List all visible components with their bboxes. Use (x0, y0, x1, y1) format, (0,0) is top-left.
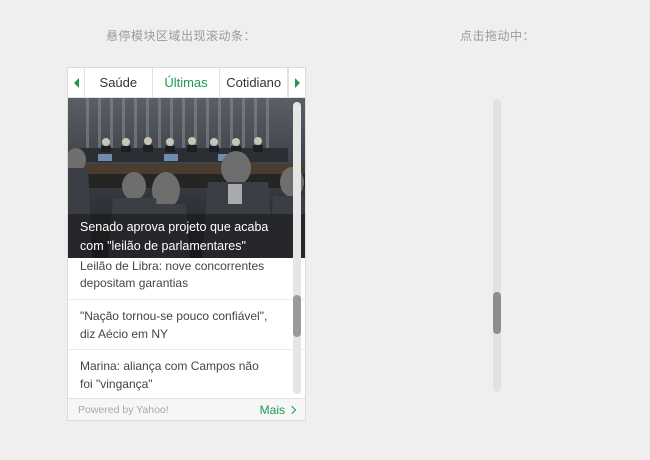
news-list: Leilão de Libra: nove concorrentes depos… (68, 258, 305, 398)
news-item-line2: depositam garantias (80, 276, 189, 290)
news-widget: Saúde Últimas Cotidiano Senado aprova pr… (67, 67, 306, 421)
hero-headline[interactable]: Senado aprova projeto que acaba com "lei… (68, 214, 305, 258)
news-item-line2: foi "vingança" (80, 377, 153, 391)
tab-ultimas[interactable]: Últimas (153, 68, 221, 97)
news-item-line1: Leilão de Libra: nove concorrentes (80, 259, 265, 273)
hero-story[interactable]: Senado aprova projeto que acaba com "lei… (68, 98, 305, 258)
tab-cotidiano[interactable]: Cotidiano (220, 68, 289, 97)
news-item[interactable]: "Nação tornou-se pouco confiável", diz A… (68, 300, 305, 350)
news-item-line1: "Nação tornou-se pouco confiável", (80, 309, 268, 323)
dragging-scrollbar-track[interactable] (493, 99, 501, 392)
news-item-line1: Marina: aliança com Campos não (80, 359, 259, 373)
hero-headline-line2: com "leilão de parlamentares" (80, 239, 246, 253)
news-item[interactable]: Leilão de Libra: nove concorrentes depos… (68, 257, 305, 300)
tab-saude[interactable]: Saúde (85, 68, 153, 97)
widget-scrollbar-thumb[interactable] (293, 295, 301, 337)
tab-bar: Saúde Últimas Cotidiano (68, 68, 305, 98)
powered-by-label: Powered by Yahoo! (78, 403, 169, 416)
page: 悬停模块区域出现滚动条： 点击拖动中： Saúde Últimas Cotidi… (0, 0, 650, 460)
news-item[interactable]: Marina: aliança com Campos não foi "ving… (68, 350, 305, 398)
news-content: Senado aprova projeto que acaba com "lei… (68, 98, 305, 398)
tab-next-button[interactable] (288, 68, 305, 97)
widget-scrollbar-track[interactable] (293, 102, 301, 394)
dragging-scrollbar-thumb[interactable] (493, 292, 501, 334)
tab-prev-button[interactable] (68, 68, 85, 97)
caption-hover-scroll: 悬停模块区域出现滚动条： (106, 29, 257, 43)
hero-headline-line1: Senado aprova projeto que acaba (80, 220, 269, 234)
triangle-left-icon (73, 77, 79, 88)
widget-footer: Powered by Yahoo! Mais (68, 398, 305, 420)
chevron-right-icon (287, 405, 297, 415)
triangle-right-icon (294, 77, 300, 88)
more-link[interactable]: Mais (259, 402, 297, 417)
news-item-line2: diz Aécio em NY (80, 327, 169, 341)
more-link-label: Mais (259, 402, 285, 417)
caption-dragging: 点击拖动中： (460, 29, 536, 43)
